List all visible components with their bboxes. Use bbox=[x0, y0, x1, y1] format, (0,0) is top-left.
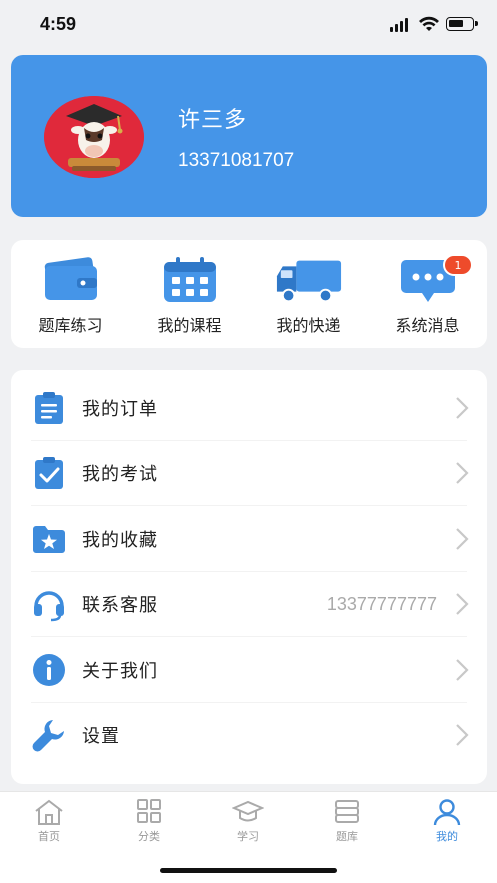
menu-item-favorites[interactable]: 我的收藏 bbox=[11, 506, 487, 572]
profile-card[interactable]: 许三多 13371081707 bbox=[11, 55, 487, 217]
menu-list: 我的订单 我的考试 我的收藏 联系客服 13377777777 关于我们 设置 bbox=[11, 370, 487, 784]
status-time: 4:59 bbox=[40, 14, 77, 34]
unread-badge: 1 bbox=[443, 254, 473, 276]
tab-study[interactable]: 学习 bbox=[213, 798, 283, 844]
wrench-icon bbox=[32, 720, 64, 752]
tab-label: 学习 bbox=[237, 830, 259, 843]
star-folder-icon bbox=[33, 525, 65, 553]
chevron-right-icon bbox=[456, 724, 469, 747]
user-icon bbox=[433, 799, 461, 826]
menu-label: 我的订单 bbox=[82, 398, 158, 420]
clipboard-icon bbox=[35, 391, 63, 424]
shortcut-question-bank[interactable]: 题库练习 bbox=[11, 240, 130, 348]
calendar-icon bbox=[163, 257, 216, 302]
shortcut-system-messages[interactable]: 系统消息 1 bbox=[368, 240, 487, 348]
user-phone: 13371081707 bbox=[178, 150, 295, 171]
tab-label: 分类 bbox=[138, 830, 160, 843]
grid-icon bbox=[137, 799, 161, 823]
menu-item-settings[interactable]: 设置 bbox=[11, 703, 487, 769]
menu-item-exams[interactable]: 我的考试 bbox=[11, 441, 487, 507]
tab-label: 题库 bbox=[336, 830, 358, 843]
shortcut-label: 我的课程 bbox=[157, 316, 222, 335]
chevron-right-icon bbox=[456, 462, 469, 485]
menu-label: 设置 bbox=[82, 726, 120, 748]
tab-me[interactable]: 我的 bbox=[412, 798, 482, 844]
chevron-right-icon bbox=[456, 593, 469, 616]
shortcut-bar: 题库练习 我的课程 我的快递 系统消息 1 bbox=[11, 240, 487, 348]
shortcut-label: 我的快递 bbox=[276, 316, 341, 335]
service-phone[interactable]: 13377777777 bbox=[327, 594, 437, 615]
tab-home[interactable]: 首页 bbox=[14, 798, 84, 844]
shortcut-label: 系统消息 bbox=[395, 316, 460, 335]
chevron-right-icon bbox=[456, 527, 469, 550]
home-indicator bbox=[160, 868, 337, 873]
avatar[interactable] bbox=[44, 96, 144, 178]
info-icon bbox=[33, 653, 65, 686]
graduation-cap-icon bbox=[232, 800, 264, 822]
tab-label: 我的 bbox=[436, 830, 458, 843]
battery-icon bbox=[446, 17, 478, 31]
menu-label: 关于我们 bbox=[82, 660, 158, 682]
tab-label: 首页 bbox=[38, 830, 60, 843]
menu-label: 我的考试 bbox=[82, 464, 158, 486]
shortcut-my-courses[interactable]: 我的课程 bbox=[130, 240, 249, 348]
tab-question-bank[interactable]: 题库 bbox=[312, 798, 382, 844]
chevron-right-icon bbox=[456, 658, 469, 681]
cow-mascot-icon bbox=[44, 96, 144, 178]
chevron-right-icon bbox=[456, 396, 469, 419]
check-clipboard-icon bbox=[35, 457, 63, 490]
shortcut-label: 题库练习 bbox=[38, 316, 103, 335]
books-icon bbox=[335, 800, 359, 823]
menu-item-customer-service[interactable]: 联系客服 13377777777 bbox=[11, 572, 487, 638]
truck-icon bbox=[276, 260, 341, 303]
wallet-icon bbox=[44, 257, 97, 300]
shortcut-my-delivery[interactable]: 我的快递 bbox=[249, 240, 368, 348]
headset-icon bbox=[34, 591, 64, 622]
home-icon bbox=[35, 799, 63, 825]
menu-item-orders[interactable]: 我的订单 bbox=[11, 375, 487, 441]
user-name: 许三多 bbox=[178, 108, 248, 133]
menu-label: 我的收藏 bbox=[82, 529, 158, 551]
tab-categories[interactable]: 分类 bbox=[114, 798, 184, 844]
menu-label: 联系客服 bbox=[82, 595, 158, 617]
status-bar: 4:59 bbox=[0, 0, 497, 48]
cellular-signal-icon bbox=[390, 18, 408, 32]
menu-item-about-us[interactable]: 关于我们 bbox=[11, 637, 487, 703]
wifi-icon bbox=[419, 16, 439, 31]
